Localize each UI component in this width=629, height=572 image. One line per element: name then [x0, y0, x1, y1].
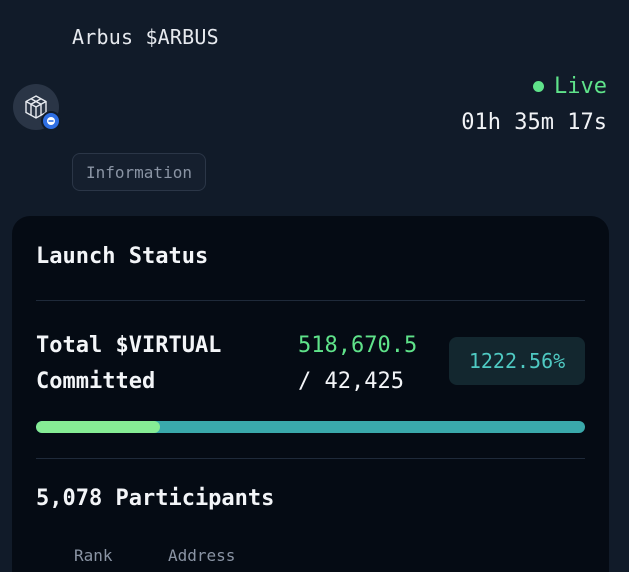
- commit-progress-fill: [36, 421, 160, 433]
- card-title: Launch Status: [36, 244, 209, 269]
- committed-label-line2: Committed: [36, 369, 156, 394]
- live-dot-icon: [533, 81, 545, 92]
- launch-page: Arbus $ARBUS Live 01h 35m 17s Informatio…: [0, 0, 629, 572]
- committed-target: / 42,425: [298, 369, 404, 394]
- column-header-rank: Rank: [74, 546, 113, 565]
- token-title: Arbus $ARBUS: [72, 25, 219, 49]
- percent-badge: 1222.56%: [449, 337, 585, 385]
- committed-label: Total $VIRTUAL Committed: [36, 328, 221, 400]
- committed-label-line1: Total $VIRTUAL: [36, 333, 222, 358]
- live-label: Live: [554, 74, 607, 99]
- committed-value: 518,670.5 / 42,425: [298, 328, 417, 400]
- live-status: Live: [533, 74, 607, 99]
- information-button[interactable]: Information: [72, 153, 206, 191]
- commit-progress-bar: [36, 421, 585, 433]
- column-header-address: Address: [168, 546, 236, 565]
- participants-count: 5,078 Participants: [36, 486, 275, 511]
- committed-amount: 518,670.5: [298, 333, 418, 358]
- launch-status-card: Launch Status Total $VIRTUAL Committed 5…: [12, 216, 609, 572]
- chain-badge-icon: [41, 111, 61, 131]
- divider: [36, 458, 585, 459]
- countdown-timer: 01h 35m 17s: [461, 110, 607, 135]
- divider: [36, 300, 585, 301]
